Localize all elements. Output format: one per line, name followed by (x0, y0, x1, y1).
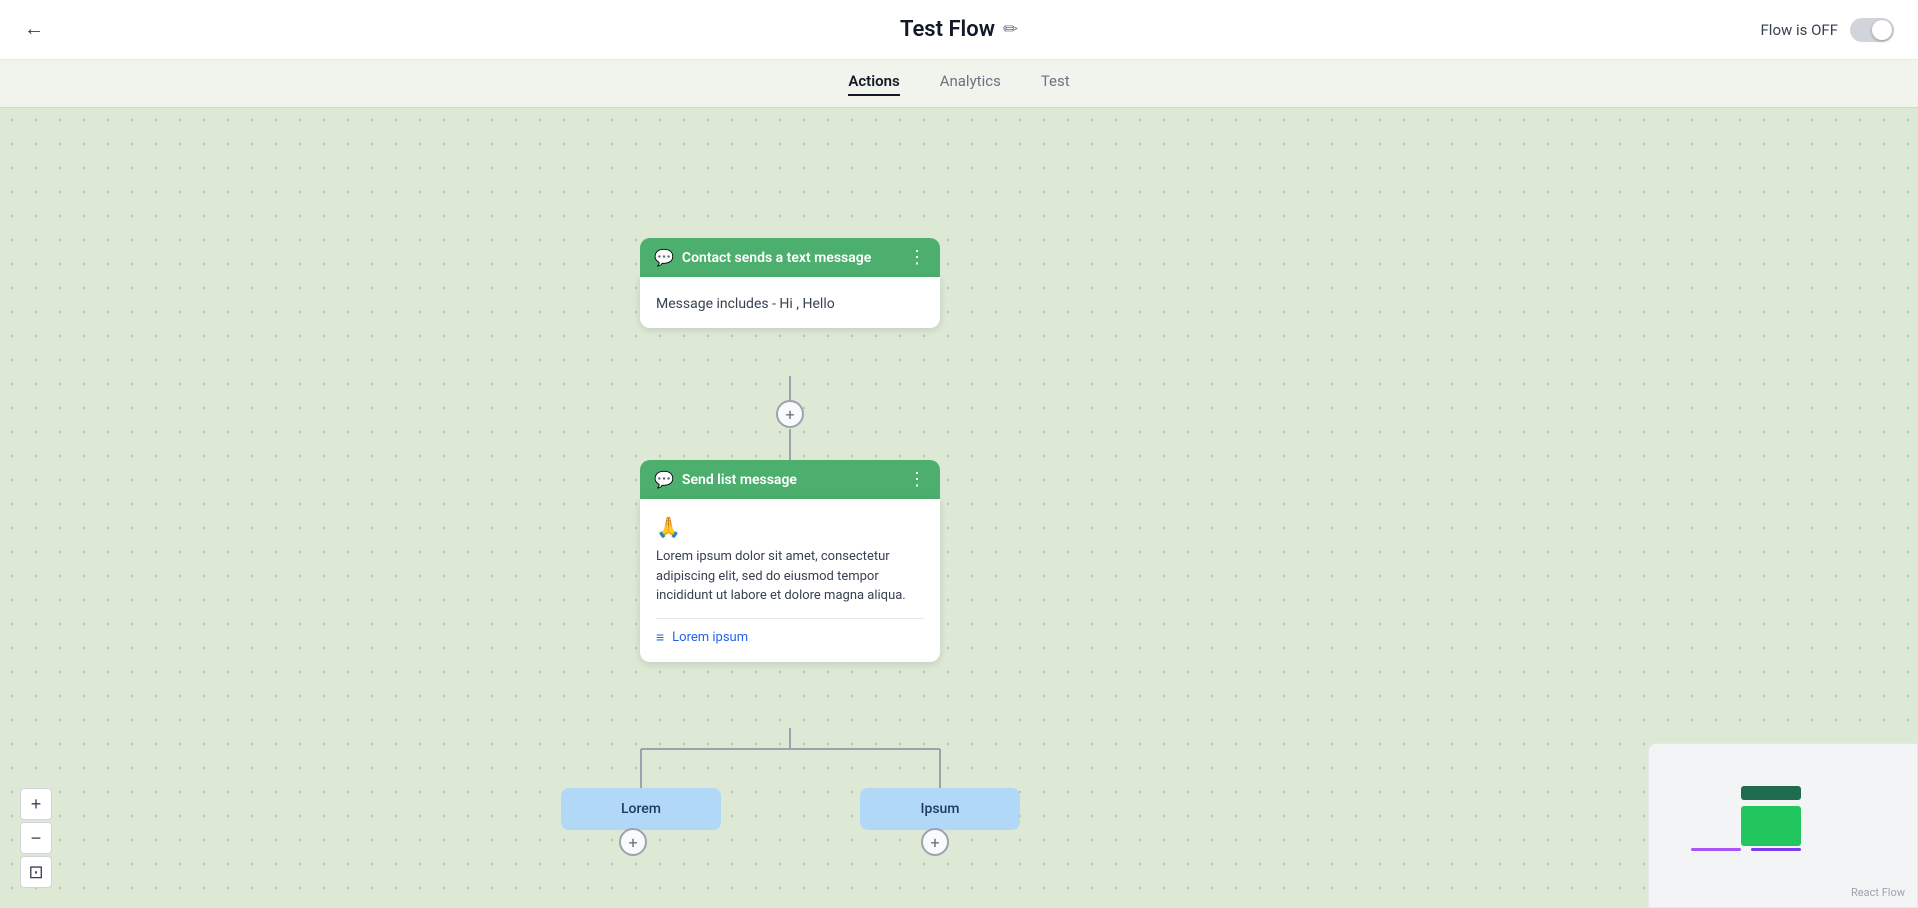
flow-status-label: Flow is OFF (1761, 21, 1839, 39)
list-label: Lorem ipsum (672, 630, 748, 645)
minimap-node-1 (1741, 786, 1801, 800)
flow-title: Test Flow (900, 17, 995, 42)
action-node-header: 💬 Send list message ⋮ (640, 460, 940, 499)
tab-test[interactable]: Test (1041, 72, 1070, 96)
action-icon: 💬 (654, 470, 674, 489)
minimap-line-1 (1691, 848, 1741, 851)
action-node: 💬 Send list message ⋮ 🙏 Lorem ipsum dolo… (640, 460, 940, 662)
trigger-icon: 💬 (654, 248, 674, 267)
list-icon: ≡ (656, 629, 664, 646)
trigger-header-left: 💬 Contact sends a text message (654, 248, 871, 267)
add-step-button-1[interactable]: + (776, 400, 804, 428)
tabs-bar: Actions Analytics Test (0, 60, 1918, 108)
action-header-left: 💬 Send list message (654, 470, 797, 489)
trigger-title: Contact sends a text message (682, 250, 871, 266)
action-node-body: 🙏 Lorem ipsum dolor sit amet, consectetu… (640, 499, 940, 662)
branch-node-lorem[interactable]: Lorem (561, 788, 721, 830)
action-title: Send list message (682, 472, 797, 488)
zoom-in-button[interactable]: + (20, 788, 52, 820)
trigger-node: 💬 Contact sends a text message ⋮ Message… (640, 238, 940, 328)
trigger-node-header: 💬 Contact sends a text message ⋮ (640, 238, 940, 277)
add-step-button-3[interactable]: + (921, 828, 949, 856)
minimap-line-2 (1751, 848, 1801, 851)
trigger-menu-button[interactable]: ⋮ (908, 249, 926, 267)
flow-canvas: 💬 Contact sends a text message ⋮ Message… (0, 108, 1918, 908)
message-list-button[interactable]: ≡ Lorem ipsum (656, 629, 924, 646)
header-left: ← (24, 18, 44, 41)
branch-node-ipsum[interactable]: Ipsum (860, 788, 1020, 830)
trigger-body-text: Message includes - Hi , Hello (656, 296, 835, 312)
minimap-preview (1661, 756, 1905, 876)
zoom-controls: + − ⊡ (20, 788, 52, 888)
flow-toggle[interactable] (1850, 18, 1894, 42)
edit-icon[interactable]: ✏ (1003, 19, 1018, 40)
action-menu-button[interactable]: ⋮ (908, 471, 926, 489)
fit-view-button[interactable]: ⊡ (20, 856, 52, 888)
tab-analytics[interactable]: Analytics (940, 72, 1001, 96)
header-right: Flow is OFF (1761, 18, 1895, 42)
react-flow-minimap: React Flow (1648, 743, 1918, 908)
message-divider (656, 618, 924, 619)
tab-actions[interactable]: Actions (848, 72, 899, 96)
header-center: Test Flow ✏ (900, 17, 1018, 42)
message-body-text: Lorem ipsum dolor sit amet, consectetur … (656, 547, 924, 606)
minimap-node-2 (1741, 806, 1801, 846)
toggle-knob (1872, 20, 1892, 40)
trigger-node-body: Message includes - Hi , Hello (640, 277, 940, 328)
header: ← Test Flow ✏ Flow is OFF (0, 0, 1918, 60)
back-button[interactable]: ← (24, 18, 44, 41)
zoom-out-button[interactable]: − (20, 822, 52, 854)
add-step-button-2[interactable]: + (619, 828, 647, 856)
message-emoji: 🙏 (656, 515, 924, 539)
react-flow-label: React Flow (1851, 886, 1905, 899)
